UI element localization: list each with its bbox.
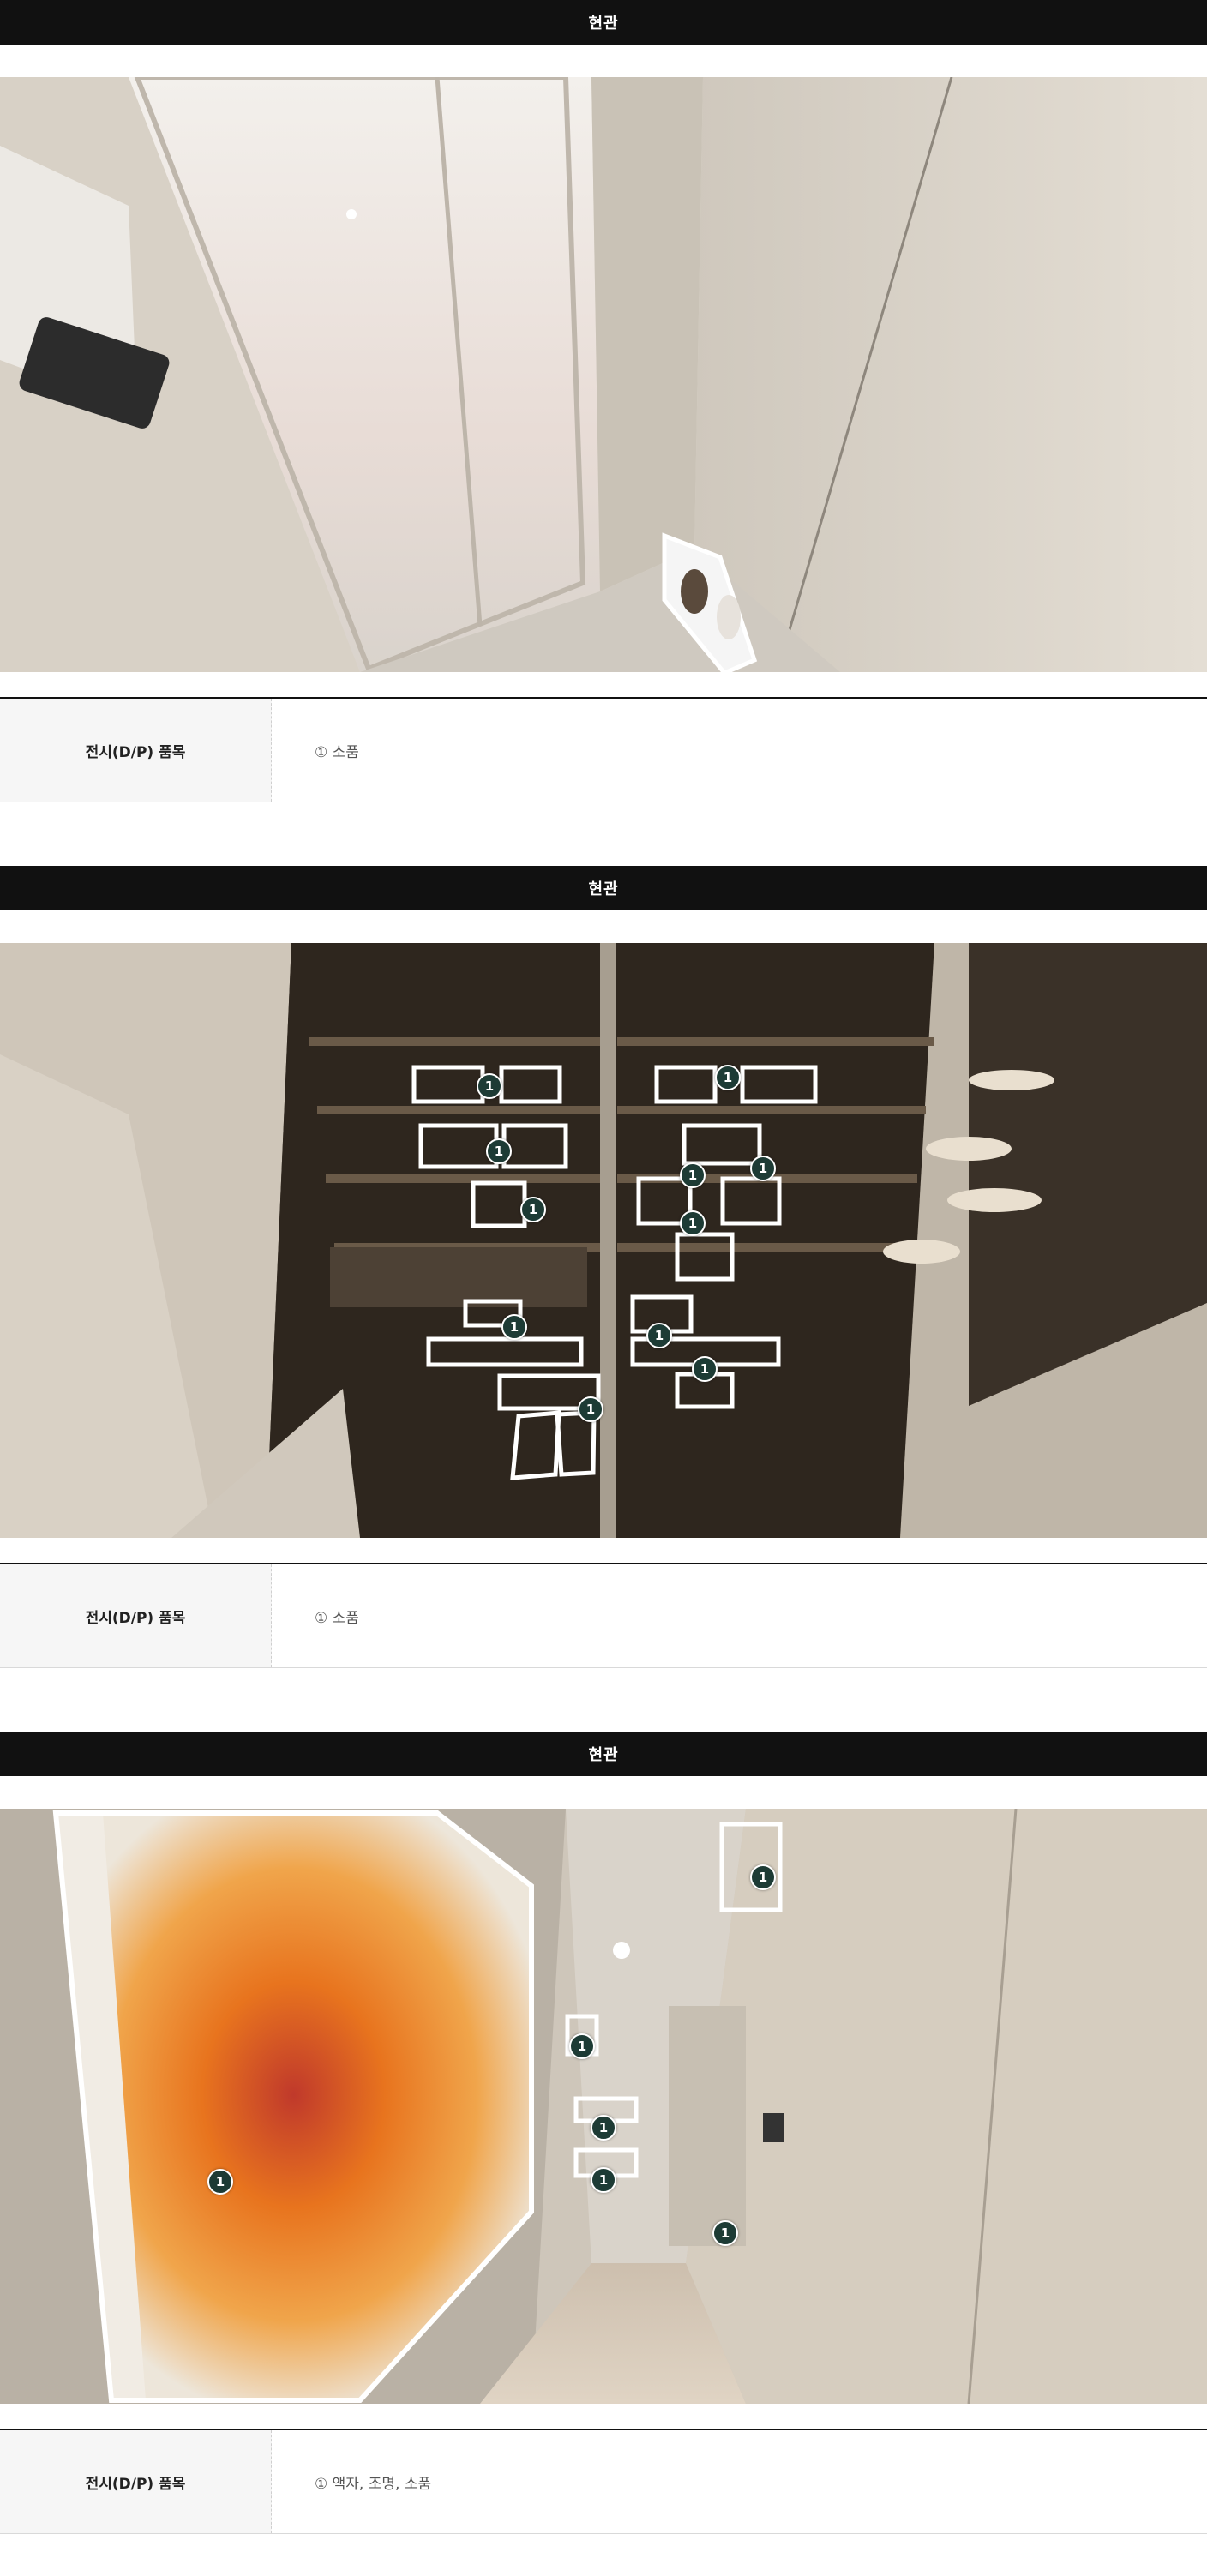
display-items-value: ① 액자, 조명, 소품 xyxy=(315,2475,432,2493)
section-title: 현관 xyxy=(0,0,1207,45)
entrance-photo-1: 1 xyxy=(0,77,1207,672)
hallway-artwork-illustration xyxy=(0,1809,1207,2404)
hotspot-marker[interactable]: 1 xyxy=(477,1073,502,1099)
hotspot-marker[interactable]: 1 xyxy=(750,1864,776,1890)
display-items-table: 전시(D/P) 품목 ① 소품 xyxy=(0,1563,1207,1668)
section-title: 현관 xyxy=(0,866,1207,910)
section-entrance-3: 현관 1 1 1 1 1 1 전시(D/P) 품목 ① 액자, 조명, 소품 xyxy=(0,1732,1207,2534)
hotspot-marker[interactable]: 1 xyxy=(712,2220,738,2246)
section-entrance-2: 현관 1 1 1 1 1 1 1 1 1 1 1 전시(D/P) 품목 ① 소품 xyxy=(0,866,1207,1668)
hotspot-marker[interactable]: 1 xyxy=(680,1162,706,1188)
hotspot-marker[interactable]: 1 xyxy=(578,1396,604,1422)
hotspot-marker[interactable]: 1 xyxy=(750,1156,776,1181)
section-title: 현관 xyxy=(0,1732,1207,1776)
hotspot-marker[interactable]: 1 xyxy=(486,1138,512,1164)
display-items-value: ① 소품 xyxy=(315,1609,359,1627)
hotspot-marker[interactable]: 1 xyxy=(715,1065,741,1090)
display-items-table: 전시(D/P) 품목 ① 액자, 조명, 소품 xyxy=(0,2429,1207,2534)
entrance-photo-3: 1 1 1 1 1 1 xyxy=(0,1809,1207,2404)
display-items-label: 전시(D/P) 품목 xyxy=(0,1564,272,1667)
hotspot-marker[interactable]: 1 xyxy=(207,2169,233,2195)
entrance-photo-2: 1 1 1 1 1 1 1 1 1 1 1 xyxy=(0,943,1207,1538)
hotspot-marker[interactable]: 1 xyxy=(501,1314,527,1340)
hotspot-marker[interactable]: 1 xyxy=(520,1197,546,1222)
hotspot-marker[interactable]: 1 xyxy=(591,2115,616,2141)
hotspot-marker[interactable]: 1 xyxy=(692,1356,718,1382)
shoe-cabinet-illustration xyxy=(0,943,1207,1538)
hotspot-marker[interactable]: 1 xyxy=(569,2033,595,2059)
hotspot-marker[interactable]: 1 xyxy=(680,1210,706,1236)
section-entrance-1: 현관 1 xyxy=(0,0,1207,802)
display-items-value: ① 소품 xyxy=(315,743,359,761)
display-items-table: 전시(D/P) 품목 ① 소품 xyxy=(0,697,1207,802)
entrance-scene-illustration xyxy=(0,77,1207,672)
hotspot-marker[interactable]: 1 xyxy=(646,1323,672,1348)
display-items-label: 전시(D/P) 품목 xyxy=(0,699,272,802)
hotspot-marker[interactable]: 1 xyxy=(591,2167,616,2193)
display-items-label: 전시(D/P) 품목 xyxy=(0,2430,272,2533)
